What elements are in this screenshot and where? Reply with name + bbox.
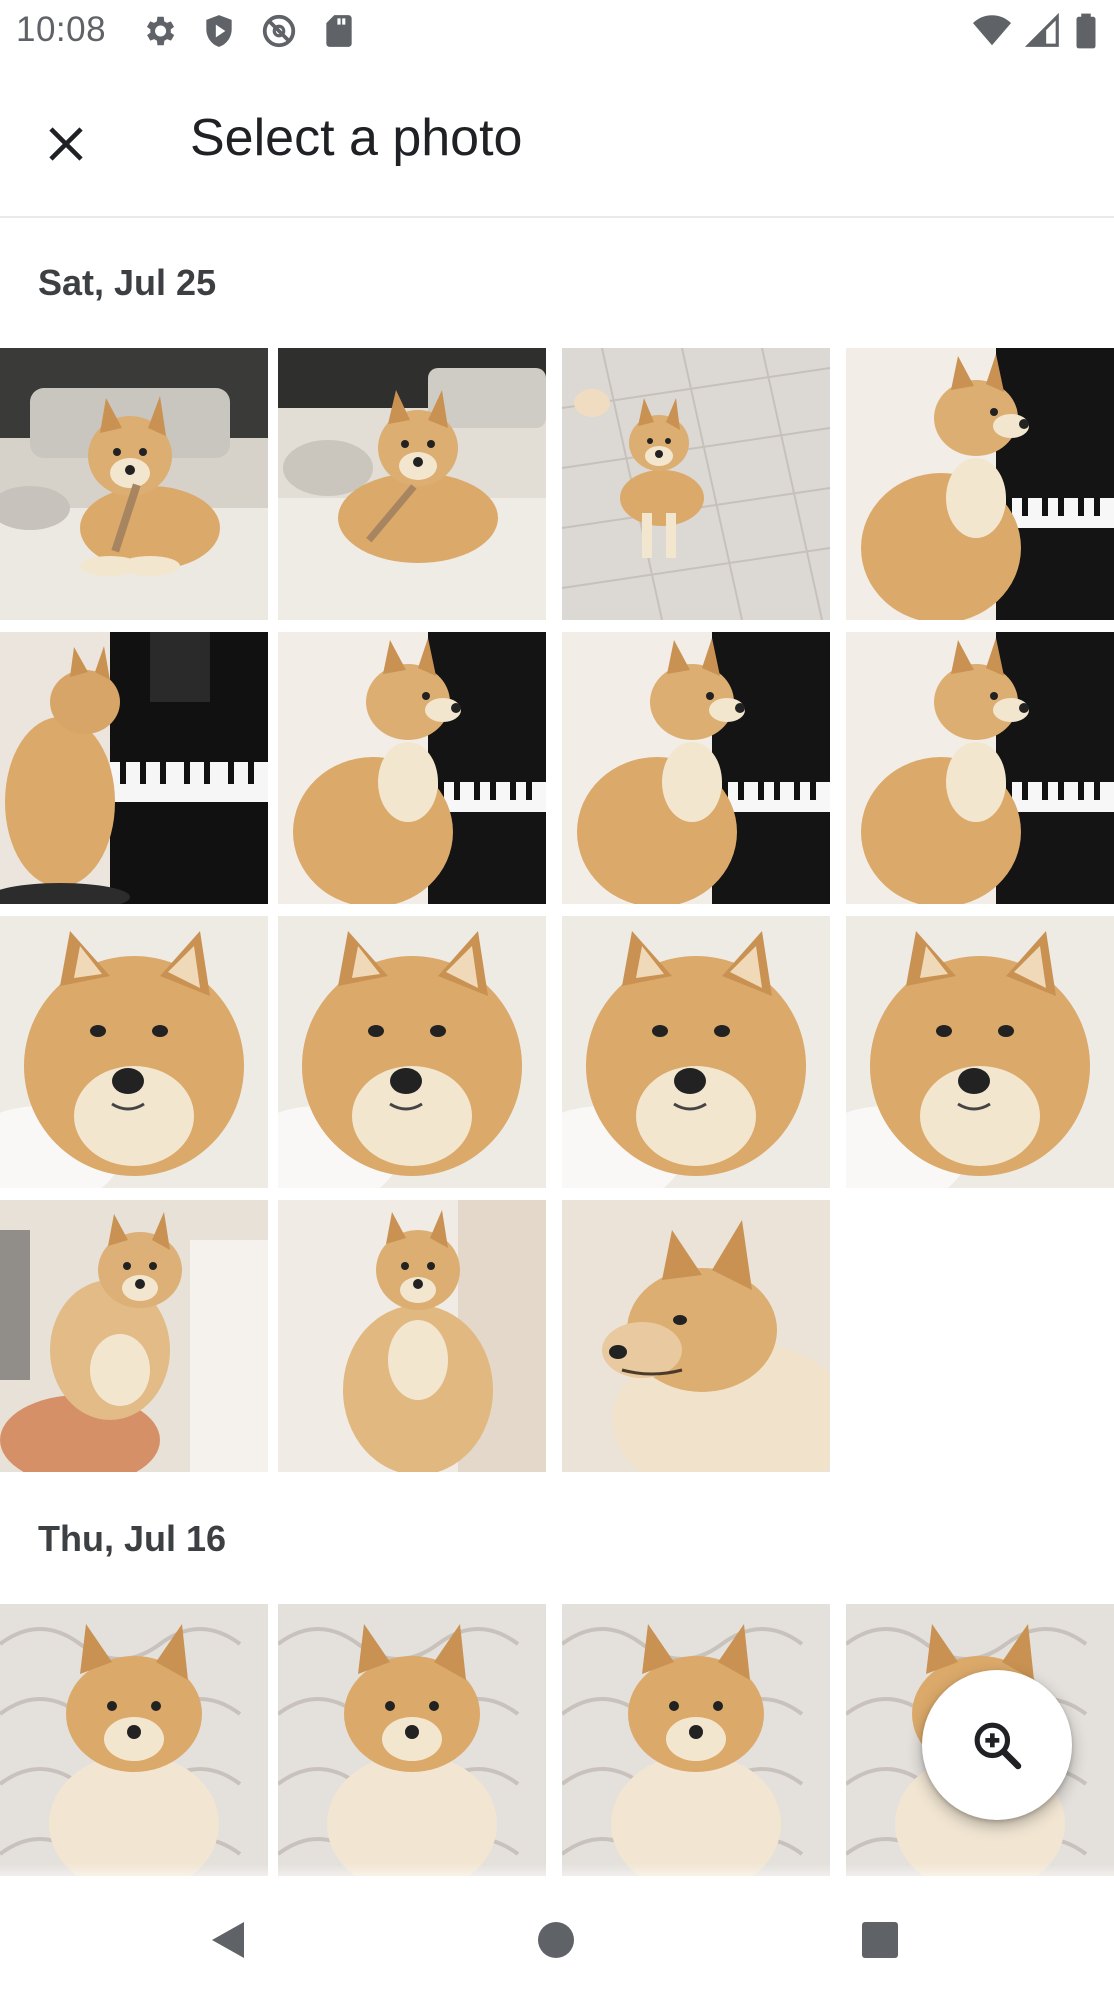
cell-signal-icon — [1024, 12, 1062, 50]
status-bar: 10:08 — [0, 0, 1114, 62]
page-title: Select a photo — [190, 109, 523, 167]
photo-thumbnail[interactable] — [846, 632, 1114, 904]
zoom-in-button[interactable] — [922, 1670, 1072, 1820]
battery-icon — [1074, 12, 1098, 50]
status-time: 10:08 — [16, 10, 107, 49]
photo-thumbnail[interactable] — [562, 1604, 830, 1876]
close-icon — [49, 127, 83, 161]
recents-icon — [862, 1922, 898, 1958]
nav-back-button[interactable] — [198, 1910, 258, 1970]
status-icons-left — [140, 12, 360, 50]
nav-home-button[interactable] — [526, 1910, 586, 1970]
photo-thumbnail[interactable] — [278, 632, 546, 904]
photo-thumbnail[interactable] — [278, 916, 546, 1188]
blocked-at-icon — [260, 12, 300, 50]
photo-thumbnail[interactable] — [562, 1200, 830, 1472]
photo-thumbnail[interactable] — [846, 916, 1114, 1188]
photo-thumbnail[interactable] — [0, 1604, 268, 1876]
close-button[interactable] — [26, 104, 106, 184]
nav-fade — [0, 1864, 1114, 1888]
app-bar: Select a photo — [0, 62, 1114, 218]
photo-thumbnail[interactable] — [562, 632, 830, 904]
settings-icon — [140, 12, 180, 50]
back-icon — [212, 1922, 244, 1958]
photo-thumbnail[interactable] — [0, 916, 268, 1188]
photo-thumbnail[interactable] — [278, 348, 546, 620]
photo-thumbnail[interactable] — [278, 1200, 546, 1472]
photo-thumbnail[interactable] — [0, 1200, 268, 1472]
status-icons-right — [972, 12, 1098, 50]
zoom-in-icon — [974, 1722, 1022, 1770]
sd-card-icon — [320, 12, 360, 50]
photo-thumbnail[interactable] — [562, 916, 830, 1188]
nav-recents-button[interactable] — [850, 1910, 910, 1970]
photo-thumbnail[interactable] — [0, 632, 268, 904]
photo-thumbnail[interactable] — [846, 348, 1114, 620]
shield-play-icon — [200, 12, 240, 50]
photo-thumbnail[interactable] — [278, 1604, 546, 1876]
wifi-icon — [972, 12, 1012, 50]
system-nav-bar — [0, 1888, 1114, 1992]
photo-thumbnail[interactable] — [0, 348, 268, 620]
date-header: Thu, Jul 16 — [38, 1518, 227, 1559]
date-header: Sat, Jul 25 — [38, 262, 217, 303]
home-icon — [538, 1922, 574, 1958]
photo-thumbnail[interactable] — [562, 348, 830, 620]
